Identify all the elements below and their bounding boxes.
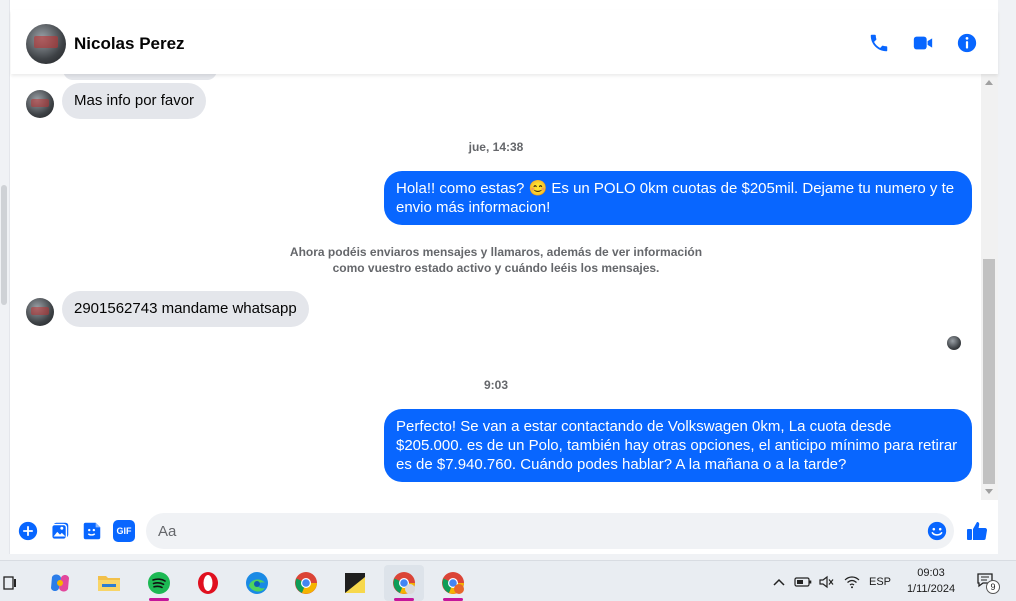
emoji-icon[interactable] [926,520,948,542]
right-panel-edge [998,0,1016,560]
message-outgoing[interactable]: Perfecto! Se van a estar contactando de … [384,409,972,482]
chrome-profile-icon[interactable] [384,565,424,601]
conversation-header: Nicolas Perez [11,10,998,74]
contact-name[interactable]: Nicolas Perez [74,34,185,54]
contact-avatar[interactable] [26,24,66,64]
message-input-wrapper [146,513,954,549]
sticker-icon[interactable] [81,520,103,542]
scroll-down-arrow[interactable] [985,489,993,494]
battery-icon[interactable] [792,561,814,601]
scroll-up-arrow[interactable] [985,80,993,85]
gallery-icon[interactable] [49,520,71,542]
message-input[interactable] [158,520,918,542]
gif-icon[interactable]: GIF [113,520,135,542]
message-list[interactable]: Mas info por favor jue, 14:38 Hola!! com… [11,74,981,500]
message-timestamp: jue, 14:38 [468,140,524,154]
contact-avatar-small [26,298,54,326]
seen-avatar [947,336,961,350]
message-composer: GIF [11,508,998,554]
speaker-muted-icon[interactable] [816,561,838,601]
phone-icon[interactable] [868,32,890,54]
edge-icon[interactable] [237,565,277,601]
plus-circle-icon[interactable] [17,520,39,542]
wifi-icon[interactable] [841,561,863,601]
opera-icon[interactable] [188,565,228,601]
thumbs-up-icon[interactable] [965,519,989,543]
chat-scrollbar[interactable] [981,74,998,500]
file-explorer-icon[interactable] [89,565,129,601]
chrome-icon[interactable] [286,565,326,601]
taskbar-clock[interactable]: 09:03 1/11/2024 [894,565,968,597]
chrome-profile-2-icon[interactable] [433,565,473,601]
left-scrollbar[interactable] [1,185,7,305]
messenger-window: Nicolas Perez Mas info por favor jue, 14… [0,0,1016,601]
video-camera-icon[interactable] [912,32,934,54]
sticky-notes-icon[interactable] [335,565,375,601]
notification-center[interactable]: 9 [970,561,1004,601]
message-outgoing[interactable]: Hola!! como estas? 😊 Es un POLO 0km cuot… [384,171,972,225]
copilot-icon[interactable] [40,565,80,601]
scrollbar-thumb[interactable] [983,259,995,484]
message-incoming[interactable]: 2901562743 mandame whatsapp [62,291,309,327]
message-timestamp: 9:03 [483,378,509,392]
spotify-icon[interactable] [139,565,179,601]
notification-badge: 9 [986,579,1000,594]
left-panel-edge [0,0,10,560]
chevron-up-icon[interactable] [770,561,788,601]
info-icon[interactable] [956,32,978,54]
windows-taskbar: ESP 09:03 1/11/2024 9 [0,560,1016,601]
contact-avatar-small [26,90,54,118]
language-indicator[interactable]: ESP [866,561,894,601]
message-bubble-cut-off [63,74,217,80]
message-incoming[interactable]: Mas info por favor [62,83,207,119]
clock-date: 1/11/2024 [906,583,956,595]
task-view-icon[interactable] [0,565,30,601]
connection-notice: Ahora podéis enviaros mensajes y llamaro… [289,245,703,275]
clock-time: 09:03 [917,567,945,579]
